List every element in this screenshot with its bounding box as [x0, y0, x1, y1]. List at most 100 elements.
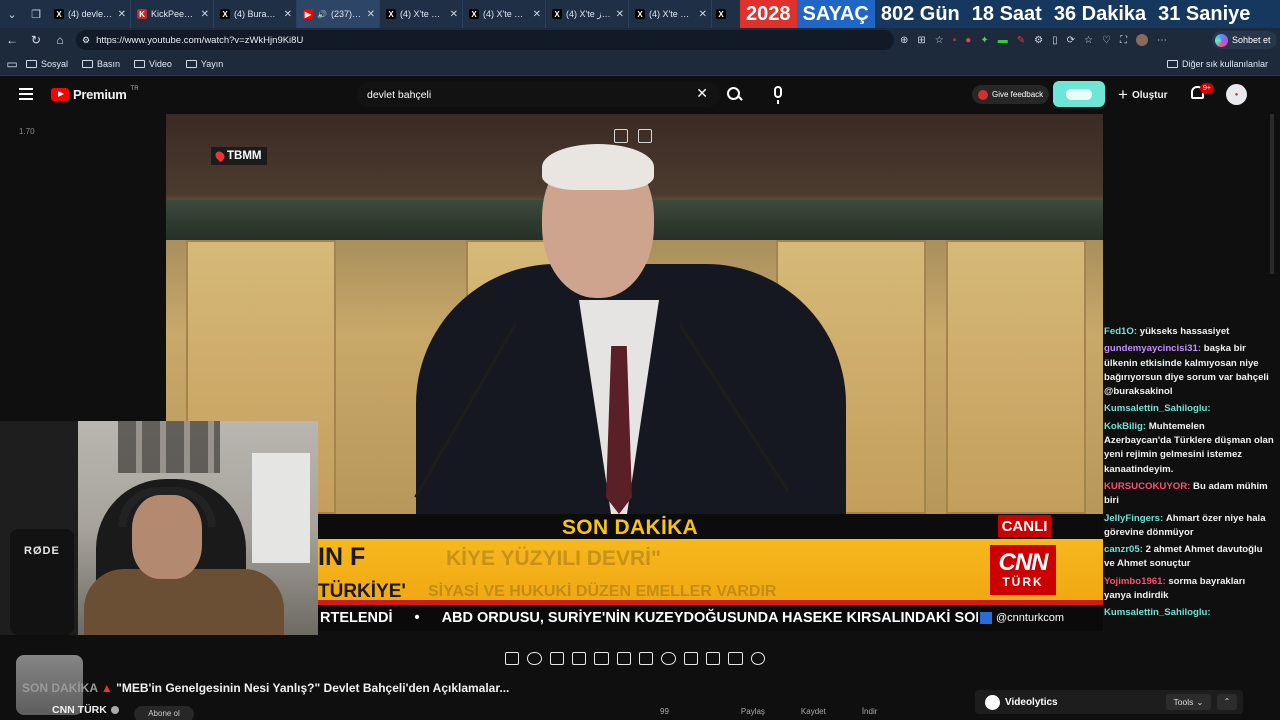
chat-username[interactable]: canzr05:	[1104, 544, 1143, 555]
tools-dropdown[interactable]: Tools ⌄	[1166, 694, 1211, 710]
account-avatar[interactable]: ●	[1226, 84, 1247, 105]
subscribe-button[interactable]: Abone ol	[134, 706, 194, 720]
bookmark-folder[interactable]: Video	[134, 59, 172, 69]
video-action[interactable]: 99	[660, 707, 669, 716]
close-tab-icon[interactable]: ✕	[533, 9, 541, 20]
chat-message: KokBilig: Muhtemelen Azerbaycan'da Türkl…	[1104, 420, 1274, 477]
tab-search-icon[interactable]: ⌄	[0, 0, 24, 28]
close-tab-icon[interactable]: ✕	[450, 9, 458, 20]
extension-icon[interactable]: ●	[965, 35, 971, 46]
close-tab-icon[interactable]: ✕	[699, 9, 707, 20]
chat-username[interactable]: KokBilig:	[1104, 421, 1146, 432]
loop-icon[interactable]	[505, 651, 520, 665]
tab-last[interactable]: X	[712, 0, 732, 28]
extension-icon[interactable]: ✎	[1017, 35, 1025, 46]
address-bar[interactable]: ⚙ https://www.youtube.com/watch?v=zWkHjn…	[76, 30, 894, 50]
chat-username[interactable]: Kumsalettin_Sahiloglu:	[1104, 607, 1211, 618]
add-icon[interactable]	[683, 651, 698, 665]
browser-tab[interactable]: X (4) X'te دوندز ✕	[546, 0, 629, 28]
copilot-chat-button[interactable]: Sohbet et	[1212, 31, 1277, 49]
film-icon[interactable]	[638, 651, 654, 665]
favorites-icon[interactable]: ☆	[1084, 35, 1093, 46]
collections-icon[interactable]: ♡	[1102, 35, 1111, 46]
voice-search-mic-icon[interactable]	[774, 86, 782, 104]
reload-icon[interactable]: ↻	[24, 33, 48, 47]
chat-username[interactable]: gundemyaycincisi31:	[1104, 343, 1201, 354]
chat-username[interactable]: Yojimbo1961:	[1104, 576, 1166, 587]
other-bookmarks[interactable]: Diğer sık kullanılanlar	[1166, 52, 1268, 76]
more-menu-icon[interactable]: ⋯	[1157, 35, 1167, 46]
countdown-seconds: 31 Saniye	[1158, 2, 1251, 25]
give-feedback-button[interactable]: Give feedback	[972, 85, 1050, 104]
search-icon[interactable]	[724, 85, 744, 105]
tab-favicon-icon: X	[552, 9, 562, 19]
bookmark-label: Basın	[97, 58, 121, 69]
grid-icon[interactable]	[616, 651, 631, 665]
bookmark-folder[interactable]: Sosyal	[26, 59, 68, 69]
split-screen-icon[interactable]: ⊞	[917, 35, 925, 46]
clapper-icon[interactable]	[571, 651, 587, 665]
back-icon[interactable]: ←	[0, 33, 24, 47]
browser-tab[interactable]: X (4) X'te BirGün ✕	[380, 0, 463, 28]
favorite-star-icon[interactable]: ☆	[935, 35, 944, 46]
microphone-brand-label: RØDE	[24, 545, 60, 557]
settings-gear-icon[interactable]	[750, 651, 765, 665]
extension-icon[interactable]: ▬	[998, 35, 1008, 46]
chat-username[interactable]: Fed1O:	[1104, 326, 1137, 337]
menu-hamburger-icon[interactable]	[19, 88, 33, 100]
clear-search-icon[interactable]: ✕	[696, 85, 708, 102]
headline-fragment: IN F	[318, 543, 366, 571]
extensions-puzzle-icon[interactable]: ⚙	[1034, 35, 1043, 46]
audio-playing-icon[interactable]: 🔊	[317, 10, 327, 19]
chat-username[interactable]: KURSUCOKUYOR:	[1104, 481, 1190, 492]
profile-switch-icon[interactable]: ⟳	[1067, 35, 1075, 46]
workspaces-icon[interactable]: ❐	[24, 0, 48, 28]
flask-icon[interactable]	[728, 651, 743, 665]
copy-icon[interactable]	[638, 129, 652, 143]
video-action[interactable]: Paylaş	[741, 707, 765, 716]
create-button[interactable]: + Oluştur	[1118, 85, 1168, 105]
eye-icon[interactable]	[549, 651, 564, 665]
home-icon[interactable]: ⌂	[48, 33, 72, 47]
youtube-logo[interactable]: Premium TR	[51, 86, 139, 102]
extension-icon[interactable]: ▪	[953, 35, 957, 46]
browser-tab[interactable]: X (4) X'te Farzad ✕	[463, 0, 546, 28]
frame-icon[interactable]	[594, 651, 609, 665]
camera-icon[interactable]	[705, 651, 721, 665]
speed-gauge-icon[interactable]	[661, 651, 676, 665]
chat-scrollbar[interactable]	[1270, 114, 1274, 274]
feedback-icon	[978, 89, 988, 100]
wood-panel	[946, 240, 1086, 514]
browser-tab[interactable]: X (4) devlet bahçeli ✕	[48, 0, 131, 28]
search-input[interactable]: devlet bahçeli ✕	[356, 82, 720, 107]
close-tab-icon[interactable]: ✕	[616, 9, 624, 20]
site-info-icon[interactable]: ⚙	[82, 35, 90, 46]
screenshot-icon[interactable]: ⛶	[1120, 35, 1127, 46]
bookmark-folder[interactable]: Basın	[82, 59, 120, 69]
turk-logo-text: TÜRK	[1002, 575, 1044, 589]
pip-icon[interactable]	[614, 129, 628, 143]
browser-tab[interactable]: ▶ 🔊(237) SON DAKİKA ✕	[297, 0, 380, 28]
close-tab-icon[interactable]: ✕	[367, 9, 375, 20]
bookmarks-menu-icon[interactable]: ▭	[0, 57, 24, 71]
chat-username[interactable]: Kumsalettin_Sahiloglu:	[1104, 403, 1211, 414]
audio-icon[interactable]	[527, 651, 542, 665]
close-tab-icon[interactable]: ✕	[201, 9, 209, 20]
sidebar-icon[interactable]: ▯	[1052, 35, 1058, 46]
video-action[interactable]: Kaydet	[801, 707, 826, 716]
extension-icon[interactable]: ✦	[980, 35, 988, 46]
channel-info[interactable]: CNN TÜRK	[52, 704, 119, 716]
bookmark-folder[interactable]: Yayın	[185, 59, 223, 69]
video-action[interactable]: İndir	[862, 707, 878, 716]
bookmarks-bar: ▭ Sosyal Basın Video Yayın Diğer sık kullan…	[0, 52, 1280, 76]
browser-tab[interactable]: X (4) BurakSakinol ✕	[214, 0, 297, 28]
browser-tab[interactable]: X (4) X'te Farzad ✕	[629, 0, 712, 28]
read-aloud-icon[interactable]: ⊕	[900, 35, 908, 46]
collapse-chevron-up-icon[interactable]: ⌃	[1217, 694, 1237, 710]
chat-username[interactable]: JellyFingers:	[1104, 513, 1163, 524]
extension-toggle[interactable]	[1053, 81, 1105, 107]
browser-tab[interactable]: K KickPeek - Real ✕	[131, 0, 214, 28]
profile-avatar-icon[interactable]	[1135, 34, 1148, 46]
close-tab-icon[interactable]: ✕	[284, 9, 292, 20]
close-tab-icon[interactable]: ✕	[118, 9, 126, 20]
